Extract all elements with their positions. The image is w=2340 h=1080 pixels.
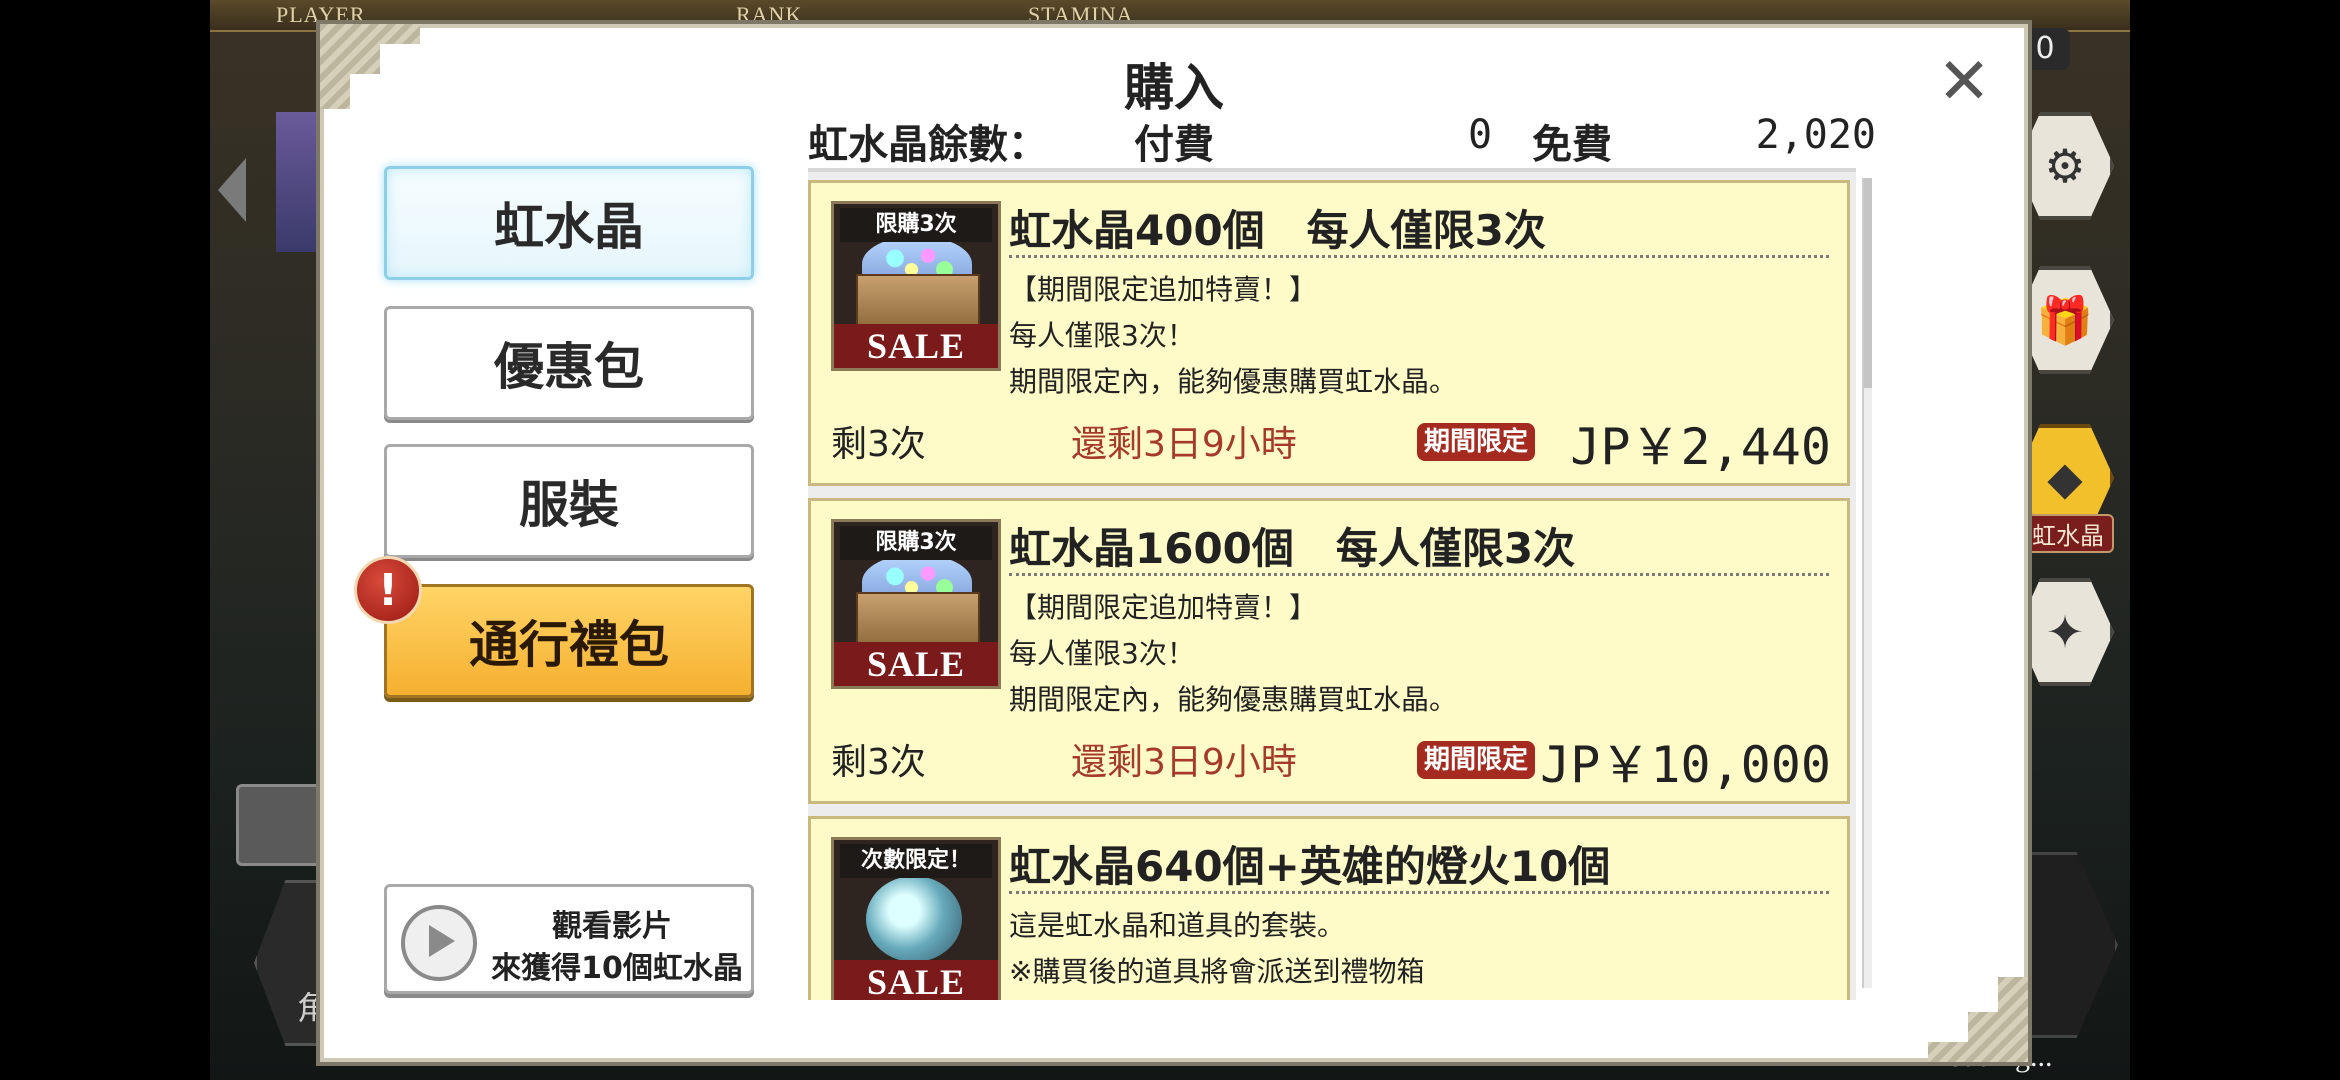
dotted-divider (1009, 891, 1829, 894)
paid-value: 0 (1468, 112, 1493, 158)
product-description: 【期間限定追加特賣！】 每人僅限3次！ 期間限定內，能夠優惠購買虹水晶。 (1009, 273, 1458, 398)
dotted-divider (1009, 255, 1829, 258)
product-title: 虹水晶640個+英雄的燈火10個 (1009, 842, 1611, 891)
icon-tag: 限購3次 (840, 208, 992, 242)
tab-label: 服裝 (519, 476, 619, 534)
dotted-divider (1009, 573, 1829, 576)
video-button-line2: 來獲得10個虹水晶 (491, 951, 743, 986)
crystal-orb-icon: 次數限定！ SALE (831, 837, 1001, 1000)
tab-label: 優惠包 (494, 338, 644, 396)
time-left: 還剩3日9小時 (1071, 424, 1297, 465)
crystal-crate-icon: 限購3次 SALE (831, 519, 1001, 689)
side-crystal-label: 虹水晶 (2022, 514, 2114, 553)
product-description: 這是虹水晶和道具的套裝。 ※購買後的道具將會派送到禮物箱 (1009, 909, 1425, 988)
tab-pass-pack[interactable]: 通行禮包 (384, 584, 754, 698)
icon-sale: SALE (834, 324, 998, 368)
crystal-balance: 虹水晶餘數： 付費 0 免費 2,020 (808, 112, 1876, 168)
paid-label: 付費 (1134, 122, 1214, 168)
product-title: 虹水晶400個 每人僅限3次 (1009, 206, 1546, 255)
list-scrollbar[interactable] (1862, 178, 1872, 988)
scrollbar-thumb[interactable] (1864, 178, 1872, 388)
product-item[interactable]: 次數限定！ SALE 虹水晶640個+英雄的燈火10個 這是虹水晶和道具的套裝。… (808, 816, 1850, 1000)
icon-sale: SALE (834, 642, 998, 686)
icon-sale: SALE (834, 960, 998, 1000)
purchase-modal: 購入 ✕ 虹水晶餘數： 付費 0 免費 2,020 虹水晶 優惠包 服裝 通行禮… (320, 24, 2028, 1062)
back-arrow-icon[interactable] (218, 158, 246, 222)
free-value: 2,020 (1755, 112, 1876, 158)
product-list[interactable]: 限購3次 SALE 虹水晶400個 每人僅限3次 【期間限定追加特賣！】 每人僅… (808, 168, 1856, 1000)
modal-title: 購入 (1124, 59, 1224, 117)
product-title: 虹水晶1600個 每人僅限3次 (1009, 524, 1576, 573)
free-label: 免費 (1532, 122, 1612, 168)
remaining-count: 剩3次 (831, 424, 926, 465)
product-description: 【期間限定追加特賣！】 每人僅限3次！ 期間限定內，能夠優惠購買虹水晶。 (1009, 591, 1458, 716)
product-item[interactable]: 限購3次 SALE 虹水晶400個 每人僅限3次 【期間限定追加特賣！】 每人僅… (808, 180, 1850, 486)
side-menu-icon[interactable]: ✦ (2016, 578, 2114, 686)
close-icon[interactable]: ✕ (1934, 45, 1994, 119)
icon-tag: 限購3次 (840, 526, 992, 560)
video-button-line1: 觀看影片 (552, 909, 672, 944)
tab-value-pack[interactable]: 優惠包 (384, 306, 754, 420)
corner-decoration (1928, 977, 2028, 1062)
tab-crystal[interactable]: 虹水晶 (384, 166, 754, 280)
product-item[interactable]: 限購3次 SALE 虹水晶1600個 每人僅限3次 【期間限定追加特賣！】 每人… (808, 498, 1850, 804)
bg-play-button[interactable] (236, 784, 326, 866)
price-button[interactable]: JP￥2,440 (1570, 407, 1831, 479)
tab-costume[interactable]: 服裝 (384, 444, 754, 558)
tab-label: 虹水晶 (494, 198, 644, 256)
price-button[interactable]: JP￥10,000 (1540, 725, 1831, 797)
gift-icon[interactable]: 🎁 (2016, 266, 2114, 374)
time-left: 還剩3日9小時 (1071, 742, 1297, 783)
icon-tag: 次數限定！ (840, 844, 992, 878)
tab-label: 通行禮包 (469, 616, 669, 674)
balance-label: 虹水晶餘數： (808, 122, 1048, 168)
alert-icon: ! (354, 556, 422, 624)
play-icon (401, 905, 477, 981)
crystal-crate-icon: 限購3次 SALE (831, 201, 1001, 371)
remaining-count: 剩3次 (831, 742, 926, 783)
watch-video-button[interactable]: 觀看影片 來獲得10個虹水晶 (384, 884, 754, 994)
limited-badge: 期間限定 (1417, 423, 1535, 461)
limited-badge: 期間限定 (1417, 741, 1535, 779)
settings-gear-icon[interactable]: ⚙ (2016, 112, 2114, 220)
